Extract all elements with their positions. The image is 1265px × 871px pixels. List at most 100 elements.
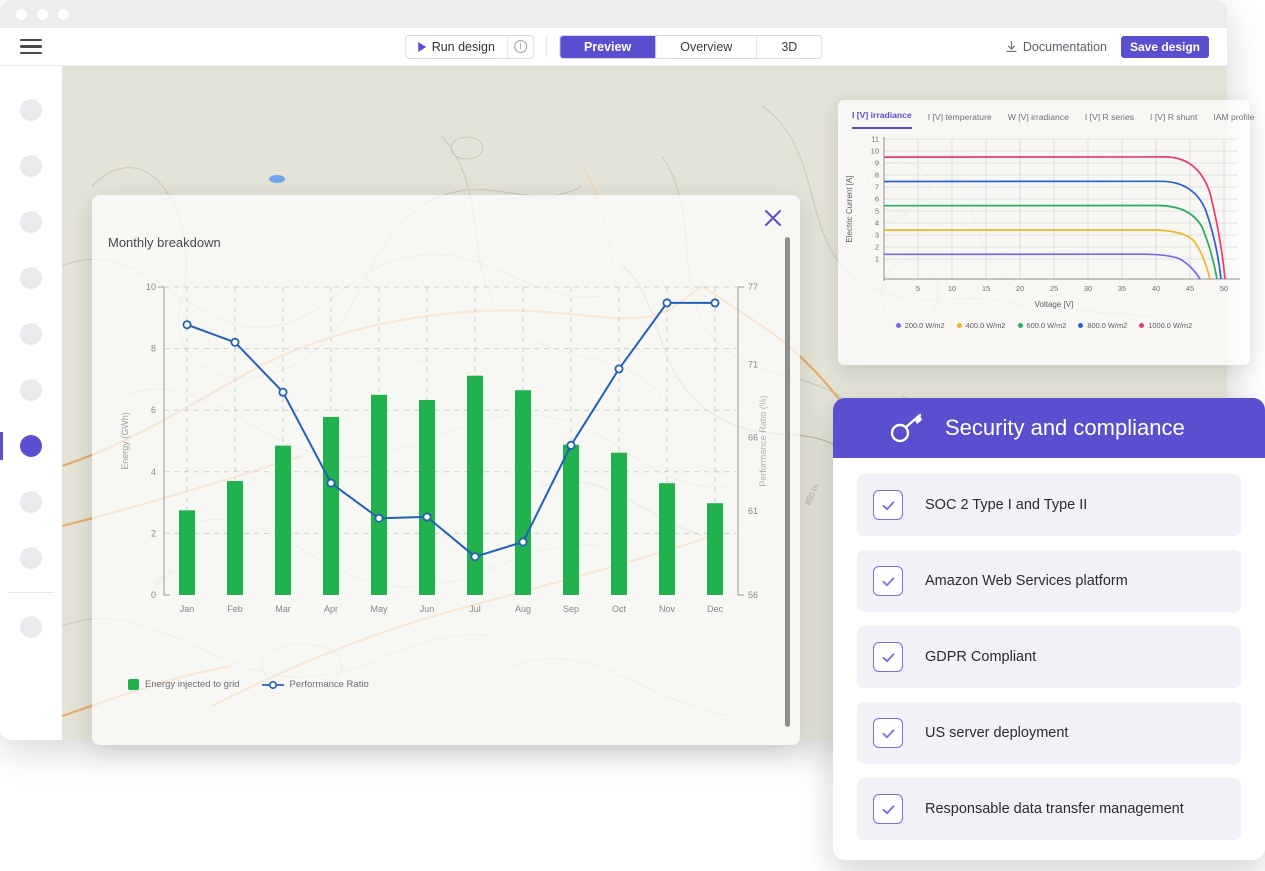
check-icon xyxy=(873,794,903,824)
sidebar-icon-1 xyxy=(20,99,42,121)
sidebar-icon-3 xyxy=(20,211,42,233)
svg-text:40: 40 xyxy=(1152,284,1160,293)
sidebar-item-2[interactable] xyxy=(0,138,62,194)
sidebar-divider xyxy=(8,592,54,593)
info-button[interactable]: i xyxy=(506,35,533,58)
legend-line-marker-icon xyxy=(261,680,284,689)
legend-performance-ratio[interactable]: Performance Ratio xyxy=(261,679,369,690)
iv-legend-swatch-600 xyxy=(1017,323,1023,328)
iv-legend-label-200: 200.0 W/m2 xyxy=(904,321,945,330)
window-dot-close[interactable] xyxy=(16,8,27,20)
svg-text:May: May xyxy=(370,604,388,614)
sidebar-item-1[interactable] xyxy=(0,82,62,138)
iv-legend-800[interactable]: 800.0 W/m2 xyxy=(1078,321,1127,330)
sidebar-item-6[interactable] xyxy=(0,362,62,418)
sidebar-item-8[interactable] xyxy=(0,474,62,530)
run-design-label: Run design xyxy=(431,39,495,54)
svg-text:71: 71 xyxy=(748,359,758,369)
svg-text:1: 1 xyxy=(875,255,879,264)
svg-text:Performance Ratio (%): Performance Ratio (%) xyxy=(758,395,768,487)
list-item[interactable]: Amazon Web Services platform xyxy=(857,550,1241,612)
list-item[interactable]: SOC 2 Type I and Type II xyxy=(857,474,1241,536)
map-water-marker xyxy=(269,175,285,183)
documentation-label: Documentation xyxy=(1022,39,1107,54)
svg-text:61: 61 xyxy=(748,506,758,516)
tab-iv-r-series[interactable]: I [V] R series xyxy=(1085,112,1134,129)
svg-text:Jan: Jan xyxy=(180,604,195,614)
tab-iv-r-shunt[interactable]: I [V] R shunt xyxy=(1150,112,1197,129)
svg-text:56: 56 xyxy=(748,590,758,600)
performance-ratio-line xyxy=(186,301,715,558)
tab-iam-profile[interactable]: IAM profile xyxy=(1213,112,1254,129)
sidebar-icon-9 xyxy=(20,547,42,569)
legend-energy[interactable]: Energy injected to grid xyxy=(128,679,240,690)
svg-text:77: 77 xyxy=(748,282,758,292)
close-modal-button[interactable] xyxy=(762,207,784,229)
monthly-chart-legend: Energy injected to grid Performance Rati… xyxy=(108,679,768,690)
iv-legend-600[interactable]: 600.0 W/m2 xyxy=(1017,321,1066,330)
legend-performance-label: Performance Ratio xyxy=(289,679,369,690)
svg-text:0: 0 xyxy=(151,590,156,600)
sidebar-item-4[interactable] xyxy=(0,250,62,306)
app-toolbar: Run design i Preview Overview 3D Documen… xyxy=(0,28,1227,66)
sidebar-item-10[interactable] xyxy=(0,599,62,655)
iv-legend-200[interactable]: 200.0 W/m2 xyxy=(895,321,945,330)
check-icon xyxy=(873,490,903,520)
tab-iv-irradiance[interactable]: I [V] irradiance xyxy=(852,110,912,129)
info-icon: i xyxy=(513,40,527,53)
legend-energy-label: Energy injected to grid xyxy=(145,679,240,690)
sidebar-icon-5 xyxy=(20,323,42,345)
sidebar-icon-7 xyxy=(20,435,42,457)
window-dot-minimize[interactable] xyxy=(37,8,48,20)
documentation-link[interactable]: Documentation xyxy=(1006,40,1107,54)
tab-overview[interactable]: Overview xyxy=(656,35,758,58)
sidebar-item-3[interactable] xyxy=(0,194,62,250)
svg-text:5: 5 xyxy=(916,284,920,293)
save-design-button[interactable]: Save design xyxy=(1120,35,1209,58)
svg-text:Sep: Sep xyxy=(563,604,579,614)
legend-energy-swatch xyxy=(128,679,139,690)
iv-legend-label-400: 400.0 W/m2 xyxy=(965,321,1006,330)
list-item[interactable]: Responsable data transfer management xyxy=(857,778,1241,840)
modal-title: Monthly breakdown xyxy=(108,235,221,250)
iv-legend-1000[interactable]: 1000.0 W/m2 xyxy=(1139,321,1192,330)
svg-text:15: 15 xyxy=(982,284,990,293)
sidebar-item-7[interactable] xyxy=(0,418,62,474)
tab-preview[interactable]: Preview xyxy=(559,35,657,58)
performance-ratio-markers xyxy=(182,298,720,562)
list-item-label: SOC 2 Type I and Type II xyxy=(925,497,1088,513)
sidebar-item-9[interactable] xyxy=(0,530,62,586)
list-item-label: Responsable data transfer management xyxy=(925,801,1184,817)
svg-text:Nov: Nov xyxy=(659,604,676,614)
svg-text:Oct: Oct xyxy=(612,604,627,614)
svg-text:2: 2 xyxy=(875,243,879,252)
tab-3d[interactable]: 3D xyxy=(757,35,822,58)
hamburger-icon[interactable] xyxy=(20,38,42,55)
list-item[interactable]: US server deployment xyxy=(857,702,1241,764)
security-card-header: Security and compliance xyxy=(833,398,1265,458)
check-icon xyxy=(873,566,903,596)
check-icon xyxy=(873,642,903,672)
iv-legend-swatch-400 xyxy=(956,323,962,328)
svg-text:4: 4 xyxy=(151,467,156,477)
modal-scrollbar[interactable] xyxy=(785,237,790,727)
svg-text:35: 35 xyxy=(1118,284,1126,293)
security-compliance-card: Security and compliance SOC 2 Type I and… xyxy=(833,398,1265,860)
svg-text:Electric Current [A]: Electric Current [A] xyxy=(845,175,854,242)
list-item-label: GDPR Compliant xyxy=(925,649,1037,665)
tab-wv-irradiance[interactable]: W [V] irradiance xyxy=(1008,112,1069,129)
window-dot-maximize[interactable] xyxy=(58,8,69,20)
svg-text:Voltage [V]: Voltage [V] xyxy=(1035,300,1074,309)
tab-iv-temperature[interactable]: I [V] temperature xyxy=(928,112,992,129)
sidebar-icon-6 xyxy=(20,379,42,401)
screenshot-root: Run design i Preview Overview 3D Documen… xyxy=(0,0,1265,871)
monthly-breakdown-modal: Monthly breakdown 10 8 6 4 2 0 77 71 66 … xyxy=(92,195,800,745)
svg-text:66: 66 xyxy=(748,433,758,443)
list-item[interactable]: GDPR Compliant xyxy=(857,626,1241,688)
svg-text:10: 10 xyxy=(948,284,956,293)
run-design-button[interactable]: Run design xyxy=(406,36,507,58)
sidebar-item-5[interactable] xyxy=(0,306,62,362)
toolbar-right-controls: Documentation Save design xyxy=(1006,35,1209,58)
iv-legend-400[interactable]: 400.0 W/m2 xyxy=(956,321,1006,330)
play-icon xyxy=(417,41,426,52)
